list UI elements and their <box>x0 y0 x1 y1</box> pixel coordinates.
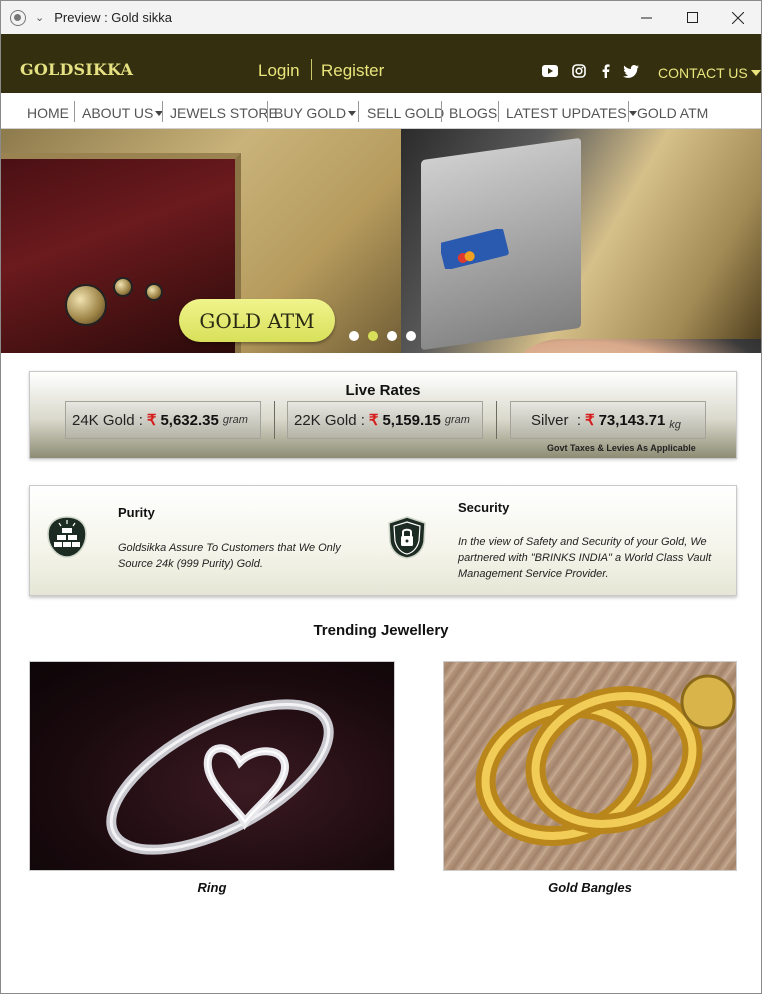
nav-item-label: HOME <box>27 105 69 121</box>
live-rates-title: Live Rates <box>345 382 421 399</box>
caret-down-icon <box>348 111 357 116</box>
close-icon <box>732 11 744 24</box>
security-text: In the view of Safety and Security of yo… <box>458 534 711 582</box>
nav-item-blogs[interactable]: BLOGS <box>449 105 497 121</box>
hero-caption-label: GOLD ATM <box>199 308 315 333</box>
rate-unit: gram <box>222 414 248 426</box>
hero-banner[interactable] <box>1 129 761 353</box>
rate-label: 24K Gold : <box>72 411 143 429</box>
nav-item-label: JEWELS STORE <box>170 105 278 121</box>
maximize-icon <box>686 12 698 23</box>
nav-divider <box>162 101 163 122</box>
login-link[interactable]: Login <box>258 61 300 81</box>
app-window: ⌄ Preview : Gold sikka GOLDSIKKA Login R… <box>0 0 762 994</box>
rate-value: 73,143.71 <box>598 411 666 429</box>
security-text-line: partnered with "BRINKS INDIA" a World Cl… <box>458 552 712 564</box>
carousel-dot[interactable] <box>349 331 359 341</box>
security-title: Security <box>458 500 510 515</box>
gold-bars-icon <box>44 514 90 560</box>
rate-silver: Silver : ₹ 73,143.71 kg <box>510 401 706 439</box>
nav-item-label: BLOGS <box>449 105 498 121</box>
youtube-icon[interactable] <box>542 64 558 78</box>
nav-divider <box>498 101 499 122</box>
carousel-dot[interactable] <box>406 331 416 341</box>
register-link[interactable]: Register <box>321 61 384 81</box>
main-nav: HOME ABOUT US JEWELS STORE BUY GOLD SELL… <box>1 93 761 129</box>
purity-text: Goldsikka Assure To Customers that We On… <box>118 540 341 572</box>
rate-divider <box>496 401 497 439</box>
nav-divider <box>628 101 629 122</box>
nav-divider <box>441 101 442 122</box>
purity-text-line: Source 24k (999 Purity) Gold. <box>118 558 263 570</box>
maximize-button[interactable] <box>669 1 715 34</box>
chevron-down-icon[interactable]: ⌄ <box>35 11 44 24</box>
purity-text-line: Goldsikka Assure To Customers that We On… <box>118 542 341 554</box>
security-text-line: Management Service Provider. <box>458 568 609 580</box>
product-label-gold-bangles[interactable]: Gold Bangles <box>443 880 737 895</box>
contact-us-label: CONTACT US <box>658 65 748 81</box>
rate-value: 5,159.15 <box>382 411 441 429</box>
security-text-line: In the view of Safety and Security of yo… <box>458 536 707 548</box>
nav-item-label: BUY GOLD <box>274 105 347 121</box>
caret-down-icon <box>750 70 761 76</box>
nav-item-jewels-store[interactable]: JEWELS STORE <box>170 105 278 121</box>
carousel-dot[interactable] <box>387 331 397 341</box>
taxes-note: Govt Taxes & Levies As Applicable <box>547 443 696 453</box>
nav-item-about-us[interactable]: ABOUT US <box>82 105 164 121</box>
window-title: Preview : Gold sikka <box>54 10 172 25</box>
coin-image <box>65 284 107 326</box>
nav-item-buy-gold[interactable]: BUY GOLD <box>274 105 357 121</box>
minimize-icon <box>640 17 652 19</box>
carousel-dots <box>349 331 416 341</box>
contact-us-dropdown[interactable]: CONTACT US <box>658 65 761 81</box>
carousel-dot-active[interactable] <box>368 331 378 341</box>
site-header: GOLDSIKKA Login Register CONTACT US <box>1 34 761 93</box>
nav-divider <box>358 101 359 122</box>
rate-label: Silver : <box>531 411 582 429</box>
features-panel: Purity Goldsikka Assure To Customers tha… <box>29 485 737 596</box>
twitter-icon[interactable] <box>623 64 639 78</box>
credit-card-image <box>441 229 509 269</box>
caret-down-icon <box>628 111 637 116</box>
nav-divider <box>74 101 75 122</box>
nav-divider <box>267 101 268 122</box>
trending-title: Trending Jewellery <box>313 622 449 639</box>
coin-image <box>113 277 133 297</box>
rate-22k-gold: 22K Gold : ₹ 5,159.15 gram <box>287 401 483 439</box>
close-button[interactable] <box>715 1 761 34</box>
nav-item-label: LATEST UPDATES <box>506 105 627 121</box>
nav-item-latest-updates[interactable]: LATEST UPDATES <box>506 105 637 121</box>
gold-bangles-image[interactable] <box>443 661 737 871</box>
rate-value: 5,632.35 <box>160 411 219 429</box>
title-bar: ⌄ Preview : Gold sikka <box>1 1 761 34</box>
minimize-button[interactable] <box>623 1 669 34</box>
site-logo[interactable]: GOLDSIKKA <box>20 60 133 79</box>
nav-item-label: SELL GOLD <box>367 105 445 121</box>
app-icon <box>10 9 26 26</box>
live-rates-panel: Live Rates 24K Gold : ₹ 5,632.35 gram 22… <box>29 371 737 459</box>
nav-item-home[interactable]: HOME <box>27 105 69 121</box>
purity-title: Purity <box>118 505 155 520</box>
rupee-icon: ₹ <box>585 412 595 429</box>
rate-unit: gram <box>444 414 470 426</box>
instagram-icon[interactable] <box>571 64 587 78</box>
coin-image <box>145 283 163 301</box>
product-label-ring[interactable]: Ring <box>29 880 395 895</box>
nav-item-sell-gold[interactable]: SELL GOLD <box>367 105 444 121</box>
rupee-icon: ₹ <box>146 412 157 429</box>
rate-unit: kg <box>669 419 681 431</box>
rupee-icon: ₹ <box>368 412 379 429</box>
rate-divider <box>274 401 275 439</box>
window-controls <box>623 1 761 34</box>
nav-item-gold-atm[interactable]: GOLD ATM <box>637 105 708 121</box>
facebook-icon[interactable] <box>597 64 613 78</box>
hero-caption[interactable]: GOLD ATM <box>179 299 335 342</box>
nav-item-label: ABOUT US <box>82 105 154 121</box>
shield-lock-icon <box>384 514 430 560</box>
rate-24k-gold: 24K Gold : ₹ 5,632.35 gram <box>65 401 261 439</box>
nav-item-label: GOLD ATM <box>637 105 709 121</box>
header-divider <box>311 59 312 80</box>
ring-image[interactable] <box>29 661 395 871</box>
rate-label: 22K Gold : <box>294 411 365 429</box>
